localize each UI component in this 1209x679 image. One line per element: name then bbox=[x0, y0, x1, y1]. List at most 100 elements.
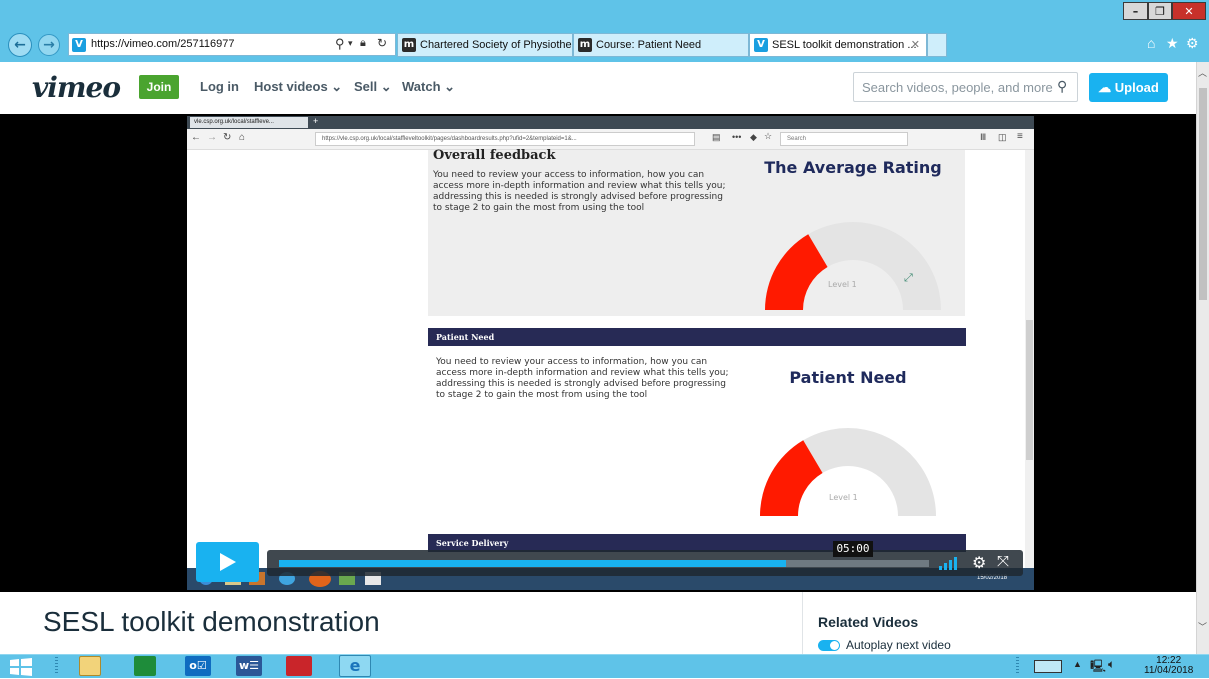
nav-sell[interactable]: Sell ⌄ bbox=[354, 79, 392, 95]
video-frame-content: vle.csp.org.uk/local/staffleve... + ← → … bbox=[187, 116, 1034, 590]
settings-gear-icon[interactable]: ⚙ bbox=[972, 553, 986, 573]
speaker-icon[interactable]: 🔈︎ bbox=[1108, 657, 1115, 672]
windows-taskbar bbox=[0, 654, 1209, 678]
nav-watch[interactable]: Watch ⌄ bbox=[402, 79, 455, 95]
forward-button[interactable]: → bbox=[38, 34, 60, 56]
scroll-down-icon[interactable]: ﹀ bbox=[1198, 620, 1207, 633]
word-icon[interactable]: w☰ bbox=[236, 656, 262, 676]
more-icon: ••• bbox=[732, 132, 742, 142]
tab-label: SESL toolkit demonstration ... bbox=[772, 39, 917, 51]
search-input[interactable]: Search videos, people, and more bbox=[862, 80, 1053, 95]
acrobat-icon[interactable] bbox=[286, 656, 312, 676]
address-bar[interactable]: V https://vimeo.com/257116977 ⚲ ▾ 🔒︎ ↻ bbox=[68, 33, 396, 56]
scroll-up-icon[interactable]: ︿ bbox=[1198, 66, 1207, 79]
vimeo-favicon-icon: V bbox=[72, 38, 86, 52]
tray-chevron-icon[interactable]: ▲ bbox=[1073, 659, 1082, 669]
vimeo-search-box[interactable]: Search videos, people, and more ⚲ bbox=[853, 72, 1078, 102]
overall-feedback-panel: Overall feedback You need to review your… bbox=[428, 148, 965, 316]
gauge-level-label: Level 1 bbox=[828, 280, 857, 289]
play-button[interactable] bbox=[196, 542, 259, 582]
vimeo-logo[interactable]: vimeo bbox=[32, 71, 121, 104]
minimize-button[interactable]: – bbox=[1123, 2, 1148, 20]
store-icon[interactable] bbox=[134, 656, 156, 676]
autoplay-toggle-row[interactable]: Autoplay next video bbox=[818, 638, 951, 652]
recorded-tab: vle.csp.org.uk/local/staffleve... bbox=[190, 117, 308, 128]
settings-gear-icon[interactable]: ⚙ bbox=[1186, 35, 1199, 52]
average-rating-gauge bbox=[765, 222, 941, 310]
network-icon[interactable]: 🖳︎ bbox=[1090, 657, 1106, 678]
recorded-scrollbar bbox=[1025, 150, 1034, 590]
tab-csp[interactable]: m Chartered Society of Physiothe... bbox=[397, 33, 573, 57]
refresh-icon[interactable]: ↻ bbox=[377, 36, 387, 50]
play-icon bbox=[220, 553, 236, 571]
page-scrollbar[interactable]: ︿ ﹀ bbox=[1196, 62, 1209, 654]
library-icon: Ⅲ bbox=[980, 132, 987, 142]
internet-explorer-icon[interactable]: e bbox=[339, 655, 371, 677]
sidebar-icon: ◫ bbox=[998, 132, 1007, 142]
tab-label: Course: Patient Need bbox=[596, 39, 702, 51]
keyboard-icon[interactable] bbox=[1034, 660, 1062, 673]
file-explorer-icon[interactable] bbox=[79, 656, 101, 676]
nav-log-in[interactable]: Log in bbox=[200, 79, 239, 94]
recorded-tab-strip: vle.csp.org.uk/local/staffleve... + bbox=[187, 116, 1034, 129]
tab-label: Chartered Society of Physiothe... bbox=[420, 39, 573, 51]
gauge-title: Patient Need bbox=[789, 368, 907, 387]
close-window-button[interactable]: ✕ bbox=[1172, 2, 1206, 20]
divider bbox=[802, 592, 803, 654]
search-icon[interactable]: ⚲ bbox=[335, 36, 345, 52]
fullscreen-icon[interactable]: ⤧ bbox=[997, 553, 1009, 570]
tab-sesl-toolkit[interactable]: V SESL toolkit demonstration ... ✕ bbox=[749, 33, 927, 57]
plus-icon: + bbox=[313, 116, 319, 126]
search-icon[interactable]: ⚲ bbox=[1057, 78, 1067, 95]
favorites-star-icon[interactable]: ★ bbox=[1166, 35, 1179, 52]
menu-icon: ≡ bbox=[1017, 131, 1023, 142]
close-tab-icon[interactable]: ✕ bbox=[911, 34, 920, 56]
home-icon: ⌂ bbox=[239, 132, 246, 143]
autoplay-label: Autoplay next video bbox=[846, 638, 951, 652]
scrollbar-thumb[interactable] bbox=[1199, 88, 1207, 300]
player-control-bar[interactable]: ⚙ ⤧ bbox=[267, 550, 1023, 576]
join-button[interactable]: Join bbox=[139, 75, 179, 99]
moodle-favicon-icon: m bbox=[402, 38, 416, 53]
progress-fill bbox=[279, 560, 786, 567]
back-button[interactable]: ← bbox=[8, 33, 32, 57]
recorded-toolbar: ← → ↻ ⌂ https://vle.csp.org.uk/local/sta… bbox=[187, 129, 1034, 150]
outlook-icon[interactable]: o☑ bbox=[185, 656, 211, 676]
refresh-icon: ↻ bbox=[223, 132, 232, 143]
upload-button[interactable]: ☁︎ Upload bbox=[1089, 73, 1168, 102]
recorded-url: https://vle.csp.org.uk/local/stafflevelt… bbox=[315, 132, 695, 146]
autoplay-toggle-icon[interactable] bbox=[818, 640, 840, 652]
reader-icon: ▤ bbox=[712, 132, 721, 142]
tab-course-patient-need[interactable]: m Course: Patient Need bbox=[573, 33, 749, 57]
video-title: SESL toolkit demonstration bbox=[43, 606, 380, 637]
new-tab-button[interactable] bbox=[927, 33, 947, 57]
patient-need-text: You need to review your access to inform… bbox=[436, 357, 729, 400]
recorded-scrollbar-thumb bbox=[1026, 320, 1033, 460]
gauge-level-label: Level 1 bbox=[829, 493, 858, 502]
back-arrow-icon: ← bbox=[191, 132, 201, 143]
forward-arrow-icon: → bbox=[207, 132, 217, 143]
clock-date: 11/04/2018 bbox=[1144, 665, 1194, 676]
taskbar-grip bbox=[55, 657, 58, 675]
nav-host-videos[interactable]: Host videos ⌄ bbox=[254, 79, 342, 95]
taskbar-grip bbox=[1016, 657, 1019, 675]
dropdown-icon[interactable]: ▾ bbox=[348, 38, 353, 49]
pocket-icon: ◆ bbox=[750, 132, 757, 142]
vimeo-favicon-icon: V bbox=[754, 38, 768, 53]
windows-start-icon[interactable] bbox=[10, 658, 32, 679]
patient-need-gauge bbox=[760, 428, 936, 516]
volume-icon[interactable] bbox=[939, 556, 963, 573]
expand-icon: ⤢ bbox=[904, 272, 913, 284]
lock-icon: 🔒︎ bbox=[360, 37, 366, 49]
home-icon[interactable]: ⌂ bbox=[1147, 35, 1155, 51]
system-clock[interactable]: 12:22 11/04/2018 bbox=[1144, 656, 1193, 676]
overall-feedback-text: You need to review your access to inform… bbox=[433, 170, 726, 213]
bookmark-star-icon: ☆ bbox=[764, 131, 773, 141]
time-tooltip: 05:00 bbox=[833, 541, 873, 557]
overall-feedback-heading: Overall feedback bbox=[433, 148, 556, 163]
progress-track[interactable] bbox=[279, 560, 929, 567]
section-header-patient-need: Patient Need bbox=[428, 328, 966, 346]
maximize-button[interactable]: ❐ bbox=[1148, 2, 1172, 20]
moodle-favicon-icon: m bbox=[578, 38, 592, 53]
related-videos-heading: Related Videos bbox=[818, 614, 919, 630]
